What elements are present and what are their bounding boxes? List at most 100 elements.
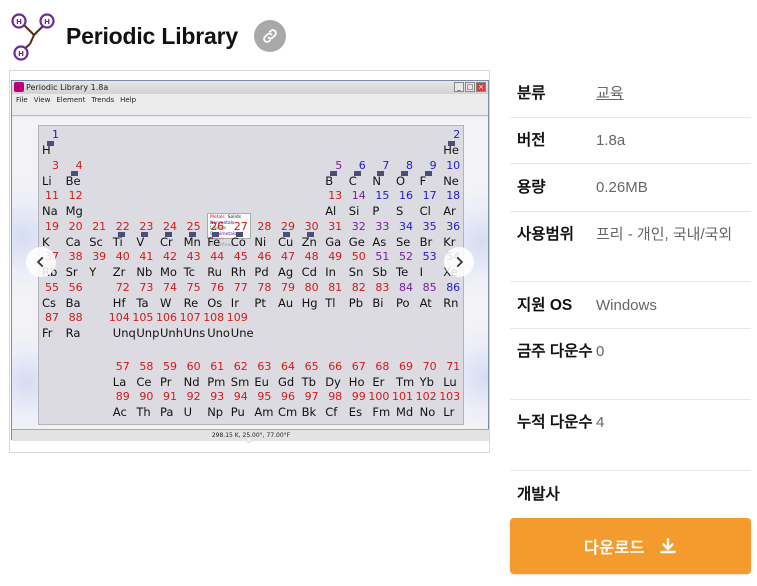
- atomic-number: 80: [304, 280, 319, 294]
- element-symbol: Er: [372, 374, 385, 389]
- atomic-number: 49: [328, 250, 343, 263]
- element-symbol: La: [112, 374, 127, 389]
- element-cell: 108 Uno: [203, 311, 230, 340]
- os-label: 지원 OS: [517, 297, 573, 314]
- carousel-prev-button[interactable]: [26, 247, 56, 277]
- element-cell: 70 Yb: [418, 360, 439, 389]
- element-symbol: Pr: [160, 374, 172, 389]
- element-cell: 89 Ac: [111, 390, 132, 419]
- atomic-number: 62: [233, 359, 248, 373]
- atomic-number: 38: [68, 250, 83, 263]
- atomic-number: 24: [163, 219, 177, 233]
- element-cell: 15 P: [370, 189, 391, 218]
- maximize-icon: □: [465, 82, 475, 92]
- element-symbol: Une: [230, 326, 254, 340]
- element-symbol: Br: [419, 234, 433, 249]
- link-icon: [263, 29, 277, 43]
- header: H H H Periodic Library: [8, 8, 286, 64]
- atomic-number: 95: [257, 390, 272, 404]
- element-cell: 90 Th: [134, 390, 155, 419]
- element-cell: 72 Hf: [111, 281, 132, 310]
- weekly-downloads-value: 0: [596, 343, 605, 360]
- carousel-next-button[interactable]: [444, 247, 474, 277]
- element-symbol: No: [419, 405, 436, 420]
- element-symbol: Uno: [207, 326, 230, 340]
- atomic-number: 108: [203, 311, 225, 324]
- element-cell: 77 Ir: [229, 281, 250, 310]
- element-cell: 33 As: [370, 220, 391, 249]
- developer-label: 개발사: [517, 486, 560, 503]
- atomic-number: 71: [446, 359, 461, 373]
- element-symbol: Pd: [254, 265, 269, 279]
- atomic-number: 18: [446, 189, 461, 202]
- group-marker: [235, 232, 243, 238]
- menu-element: Element: [56, 95, 86, 104]
- group-marker: [377, 171, 385, 177]
- atomic-number: 92: [186, 390, 201, 404]
- element-symbol: Pm: [207, 374, 226, 389]
- app-mini-icon: [14, 82, 24, 92]
- carousel-dot[interactable]: [246, 437, 252, 443]
- license-label: 사용범위: [517, 226, 575, 243]
- element-symbol: Uns: [183, 326, 206, 340]
- element-cell: 80 Hg: [300, 281, 321, 310]
- svg-text:H: H: [16, 18, 22, 26]
- element-symbol: Na: [42, 204, 58, 218]
- atomic-number: 99: [351, 390, 366, 404]
- atomic-number: 30: [304, 219, 319, 233]
- element-symbol: Ta: [136, 295, 149, 310]
- element-cell: 34 Se: [394, 220, 415, 249]
- menubar: File View Element Trends Help: [12, 94, 488, 105]
- atomic-number: 26: [210, 219, 225, 233]
- element-cell: 88 Ra: [64, 311, 85, 340]
- atomic-number: 15: [375, 189, 390, 202]
- atomic-number: 21: [92, 219, 107, 233]
- element-cell: 38 Sr: [64, 250, 85, 279]
- atomic-number: 17: [422, 189, 437, 202]
- element-cell: 52 Te: [394, 250, 415, 279]
- atomic-number: 44: [210, 250, 225, 263]
- atomic-number: 3: [52, 158, 59, 172]
- element-cell: 105 Unp: [132, 311, 159, 340]
- atomic-number: 58: [139, 359, 154, 373]
- atomic-number: 107: [179, 311, 201, 324]
- window-controls: _ □ ×: [454, 82, 486, 92]
- element-cell: 51 Sb: [370, 250, 391, 279]
- element-cell: 103 Lr: [439, 390, 462, 419]
- atomic-number: 97: [304, 390, 319, 404]
- atomic-number: 76: [210, 280, 225, 294]
- close-icon: ×: [476, 82, 486, 92]
- element-cell: 66 Dy: [323, 360, 344, 389]
- page: H H H Periodic Library Periodic Library …: [0, 0, 757, 586]
- atomic-number: 63: [257, 359, 272, 373]
- element-cell: 48 Cd: [300, 250, 321, 279]
- element-cell: 81 Tl: [323, 281, 344, 310]
- atomic-number: 64: [281, 359, 295, 373]
- element-symbol: Rh: [230, 265, 247, 279]
- group-marker: [117, 232, 125, 238]
- element-cell: 57 La: [111, 360, 132, 389]
- atomic-number: 22: [115, 219, 130, 233]
- element-symbol: Pt: [254, 295, 266, 310]
- atomic-number: 29: [281, 219, 295, 233]
- category-link[interactable]: 교육: [596, 85, 624, 102]
- element-symbol: Cl: [419, 204, 431, 218]
- element-symbol: Y: [89, 265, 97, 279]
- svg-text:H: H: [18, 50, 24, 58]
- download-button[interactable]: 다운로드: [510, 518, 751, 574]
- element-symbol: Np: [207, 405, 224, 420]
- element-symbol: Ne: [443, 173, 459, 188]
- element-cell: 17 Cl: [418, 189, 439, 218]
- copy-link-button[interactable]: [253, 20, 286, 52]
- group-marker: [283, 232, 290, 238]
- category-value: 교육: [596, 82, 751, 117]
- atomic-number: 33: [375, 219, 390, 233]
- element-symbol: U: [183, 405, 193, 420]
- info-row-size: 용량 0.26MB: [510, 164, 751, 212]
- atomic-number: 72: [115, 280, 130, 294]
- info-row-developer: 개발사: [510, 471, 751, 511]
- element-symbol: Cm: [278, 405, 298, 420]
- element-symbol: Se: [396, 234, 411, 249]
- group-marker: [330, 171, 338, 177]
- element-cell: 50 Sn: [347, 250, 368, 279]
